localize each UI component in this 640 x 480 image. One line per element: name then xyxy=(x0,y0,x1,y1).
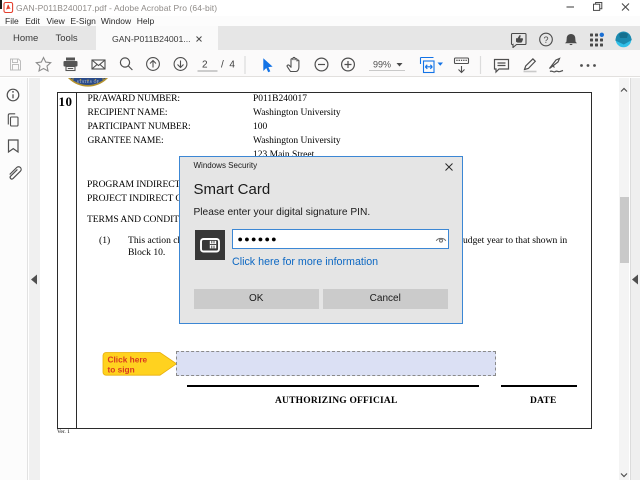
svg-text:Click here: Click here xyxy=(107,354,147,364)
svg-text:to sign: to sign xyxy=(107,364,134,374)
svg-text:?: ? xyxy=(543,35,548,45)
svg-text:/ 4: / 4 xyxy=(221,60,235,71)
svg-text:99%: 99% xyxy=(373,60,391,70)
svg-text:2: 2 xyxy=(202,60,208,71)
